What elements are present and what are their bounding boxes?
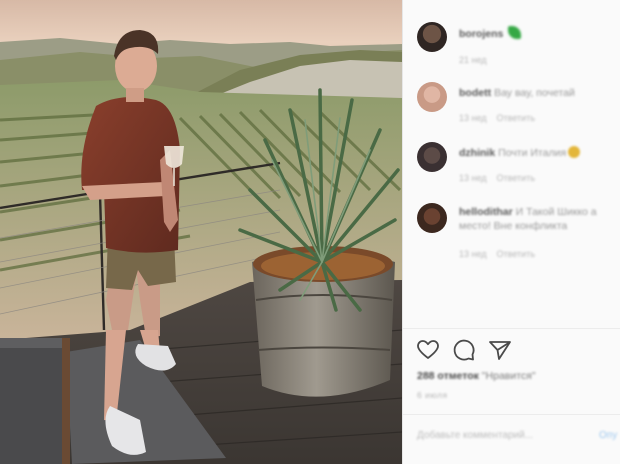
comment-time[interactable]: 13 нед: [459, 249, 487, 259]
share-icon: [489, 341, 511, 360]
comment-meta: 13 нед Ответить: [459, 113, 535, 123]
comment-username[interactable]: bodett: [459, 87, 491, 99]
comment-meta: 21 нед: [459, 55, 487, 65]
comment-body: Вау вау, почетай: [494, 87, 575, 99]
vineyard-photo-illustration: [0, 0, 402, 464]
avatar[interactable]: [417, 82, 447, 112]
likes-number: 288 отметок: [417, 370, 479, 382]
likes-count[interactable]: 288 отметок "Нравится": [417, 370, 536, 382]
reply-button[interactable]: Ответить: [497, 113, 535, 123]
comment-username[interactable]: dzhinik: [459, 147, 495, 159]
avatar[interactable]: [417, 22, 447, 52]
divider: [403, 414, 620, 415]
comment-username[interactable]: hellodithar: [459, 206, 513, 218]
comment-text: bodett Вау вау, почетай: [459, 86, 615, 100]
share-button[interactable]: [487, 337, 513, 363]
comment-text: dzhinik Почти Италия: [459, 146, 615, 160]
post-photo[interactable]: [0, 0, 402, 464]
comment-icon: [453, 339, 475, 361]
like-button[interactable]: [415, 337, 441, 363]
reply-button[interactable]: Ответить: [497, 249, 535, 259]
face-emoji-icon: [568, 146, 581, 158]
comment-time[interactable]: 13 нед: [459, 113, 487, 123]
comment-time[interactable]: 21 нед: [459, 55, 487, 65]
avatar[interactable]: [417, 203, 447, 233]
comments-panel: borojens 21 нед bodett Вау вау, почетай 1…: [402, 0, 620, 464]
post-date: 6 июля: [417, 390, 448, 400]
divider: [403, 328, 620, 329]
comment-username[interactable]: borojens: [459, 28, 503, 40]
comment-text: hellodithar И Такой Шикко а место! Вне ко…: [459, 205, 615, 233]
comment-time[interactable]: 13 нед: [459, 173, 487, 183]
comment-meta: 13 нед Ответить: [459, 249, 535, 259]
comment-text: borojens: [459, 26, 615, 41]
avatar[interactable]: [417, 142, 447, 172]
leaf-emoji-icon: [508, 26, 522, 39]
heart-icon: [417, 340, 439, 359]
comment-body: Почти Италия: [498, 147, 567, 159]
instagram-post-view: borojens 21 нед bodett Вау вау, почетай 1…: [0, 0, 620, 464]
reply-button[interactable]: Ответить: [497, 173, 535, 183]
likes-suffix: "Нравится": [481, 370, 536, 382]
comment-meta: 13 нед Ответить: [459, 173, 535, 183]
add-comment-input[interactable]: Добавьте комментарий...: [417, 430, 607, 441]
post-comment-button[interactable]: Опу: [599, 430, 617, 441]
comment-button[interactable]: [451, 337, 477, 363]
